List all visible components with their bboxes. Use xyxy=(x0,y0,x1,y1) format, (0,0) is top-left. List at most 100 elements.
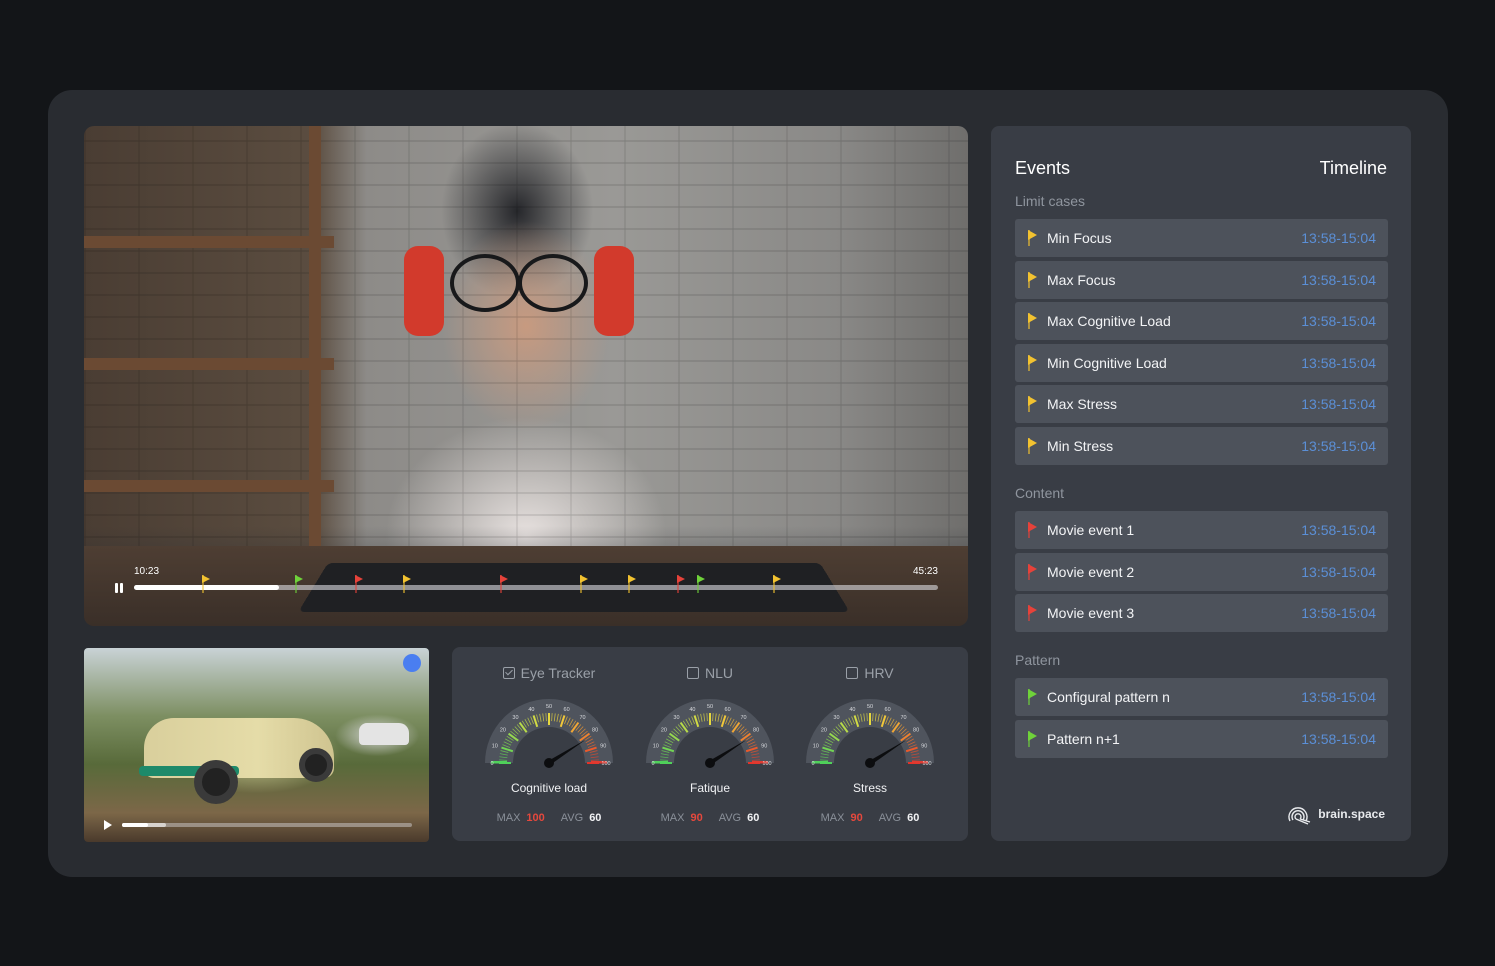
marker-flag-icon xyxy=(355,575,364,583)
gauge-scale-label: 20 xyxy=(821,727,827,733)
gauge-minor-tick xyxy=(712,713,714,722)
checkbox-eye-tracker[interactable] xyxy=(502,667,515,679)
event-row[interactable]: Max Cognitive Load 13:58-15:04 xyxy=(1015,302,1388,340)
max-value: 100 xyxy=(526,812,545,824)
secondary-seek-bar[interactable] xyxy=(122,823,412,827)
brand-logo: brain.space xyxy=(1286,803,1385,825)
timeline-marker-content[interactable] xyxy=(676,575,685,595)
secondary-video-player[interactable] xyxy=(84,648,429,842)
gauge-scale-label: 90 xyxy=(761,743,767,749)
video-frame-car-wheel xyxy=(194,760,238,804)
current-time: 10:23 xyxy=(134,566,160,577)
gauge-scale-label: 0 xyxy=(811,761,814,767)
video-frame-headphone-right xyxy=(594,246,634,336)
marker-flag-icon xyxy=(499,575,508,583)
max-label: MAX xyxy=(820,812,845,824)
flag-icon xyxy=(1028,396,1038,412)
video-frame-shelf-post xyxy=(309,126,321,566)
camera-indicator-icon[interactable] xyxy=(403,654,421,672)
gauge-scale-label: 40 xyxy=(849,707,855,713)
main-player-controls: 10:23 45:23 xyxy=(84,562,968,602)
gauge-needle-hub xyxy=(705,758,715,768)
timeline-marker-pattern[interactable] xyxy=(294,575,303,595)
event-time-range: 13:58-15:04 xyxy=(1301,230,1376,246)
event-time-range: 13:58-15:04 xyxy=(1301,730,1376,747)
gauge-scale-label: 60 xyxy=(725,707,731,713)
flag-shape xyxy=(1028,689,1037,699)
gauge-minor-tick xyxy=(545,713,547,722)
event-row[interactable]: Min Cognitive Load 13:58-15:04 xyxy=(1015,343,1388,382)
gauge-scale-label: 10 xyxy=(813,743,819,749)
event-row[interactable]: Movie event 1 13:58-15:04 xyxy=(1015,511,1388,549)
video-frame-glasses xyxy=(450,254,588,312)
pause-icon[interactable] xyxy=(114,583,124,595)
timeline-marker-limit-case[interactable] xyxy=(628,575,637,595)
checkbox-hrv[interactable] xyxy=(846,667,859,679)
gauge-scale-label: 0 xyxy=(490,761,493,767)
gauge-source-toggle[interactable]: HRV xyxy=(790,665,950,681)
timeline-marker-limit-case[interactable] xyxy=(202,575,211,595)
gauge-scale-label: 50 xyxy=(867,704,873,710)
flag-icon xyxy=(1028,313,1038,329)
marker-flag-icon xyxy=(773,575,782,583)
timeline-marker-content[interactable] xyxy=(355,575,364,595)
event-row[interactable]: Min Focus 13:58-15:04 xyxy=(1015,219,1388,257)
timeline-marker-pattern[interactable] xyxy=(696,575,705,595)
max-value: 90 xyxy=(690,812,703,824)
event-row[interactable]: Configural pattern n 13:58-15:04 xyxy=(1015,678,1388,716)
section-label-limit-cases: Limit cases xyxy=(1015,193,1086,209)
event-name: Configural pattern n xyxy=(1047,689,1170,705)
dashboard-app: 10:23 45:23 Eye Tracker 0 10 20 30 40 50 60 7 xyxy=(48,90,1448,877)
event-name: Pattern n+1 xyxy=(1047,730,1120,747)
flag-shape xyxy=(1028,563,1037,574)
brain-space-logo-icon xyxy=(1288,807,1311,825)
event-row[interactable]: Max Focus 13:58-15:04 xyxy=(1015,260,1388,299)
timeline-marker-content[interactable] xyxy=(499,575,508,595)
flag-shape xyxy=(1028,354,1037,365)
gauge-scale-label: 60 xyxy=(885,707,891,713)
timeline-marker-limit-case[interactable] xyxy=(580,575,589,595)
gauge-scale-label: 30 xyxy=(512,715,518,721)
gauge-scale-label: 40 xyxy=(528,707,534,713)
flag-shape xyxy=(1028,271,1037,282)
gauge-label: Fatique xyxy=(689,781,731,795)
max-label: MAX xyxy=(496,812,521,824)
play-icon[interactable] xyxy=(104,820,112,830)
event-row[interactable]: Min Stress 13:58-15:04 xyxy=(1015,426,1388,465)
timeline-marker-limit-case[interactable] xyxy=(403,575,412,595)
gauge-minor-tick xyxy=(820,759,829,761)
avg-value: 60 xyxy=(589,812,602,824)
max-label: MAX xyxy=(660,812,685,824)
gauge-scale-label: 30 xyxy=(673,715,679,721)
flag-shape xyxy=(1028,396,1037,406)
event-row[interactable]: Pattern n+1 13:58-15:04 xyxy=(1015,719,1388,758)
event-row[interactable]: Movie event 2 13:58-15:04 xyxy=(1015,552,1388,591)
main-video-player[interactable]: 10:23 45:23 xyxy=(84,126,968,626)
event-row[interactable]: Max Stress 13:58-15:04 xyxy=(1015,385,1388,423)
flag-shape xyxy=(1028,605,1037,615)
video-frame-headphone-left xyxy=(404,246,444,336)
gauge-scale-label: 90 xyxy=(600,743,606,749)
gauge-scale-label: 30 xyxy=(833,715,839,721)
flag-icon xyxy=(1028,522,1038,538)
event-time-range: 13:58-15:04 xyxy=(1301,437,1376,454)
gauge-source-toggle[interactable]: Eye Tracker xyxy=(469,665,629,681)
marker-flag-icon xyxy=(628,575,637,583)
gauge-minor-tick xyxy=(872,713,874,722)
checkbox-nlu[interactable] xyxy=(686,667,699,679)
gauge-source-toggle[interactable]: NLU xyxy=(630,665,790,681)
flag-shape xyxy=(1028,313,1037,323)
gauge-scale-label: 70 xyxy=(740,715,746,721)
gauge-cognitive-load: Eye Tracker 0 10 20 30 40 50 60 70 80 90 100 Cogni… xyxy=(469,647,629,841)
gauge-scale-label: 100 xyxy=(601,761,610,767)
flag-shape xyxy=(1028,437,1037,448)
section-label-pattern: Pattern xyxy=(1015,652,1061,668)
timeline-marker-limit-case[interactable] xyxy=(773,575,782,595)
gauge-dial: 0 10 20 30 40 50 60 70 80 90 100 xyxy=(806,699,934,768)
gauge-scale-label: 80 xyxy=(592,727,598,733)
section-label-content: Content xyxy=(1015,485,1065,501)
event-row[interactable]: Movie event 3 13:58-15:04 xyxy=(1015,594,1388,632)
main-seek-bar[interactable] xyxy=(134,575,938,593)
gauge-minor-tick xyxy=(551,713,553,722)
event-time-range: 13:58-15:04 xyxy=(1301,313,1376,329)
